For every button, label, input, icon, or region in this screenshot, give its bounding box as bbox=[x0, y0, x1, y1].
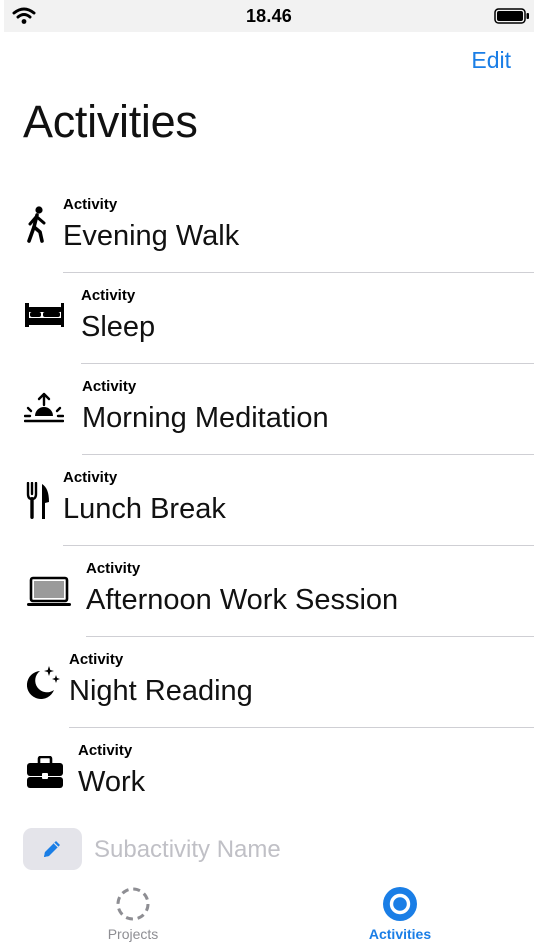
activity-kicker: Activity bbox=[81, 287, 136, 304]
pencil-button[interactable] bbox=[23, 828, 82, 870]
activity-row-evening-walk[interactable]: Activity Evening Walk bbox=[0, 182, 534, 273]
briefcase-icon bbox=[27, 756, 63, 788]
fork-knife-icon bbox=[26, 482, 49, 519]
activity-row-lunch-break[interactable]: Activity Lunch Break bbox=[0, 455, 534, 546]
activity-row-afternoon-work-session[interactable]: Activity Afternoon Work Session bbox=[0, 546, 534, 637]
walking-icon bbox=[27, 206, 46, 243]
activity-kicker: Activity bbox=[78, 742, 133, 759]
activity-name: Sleep bbox=[81, 311, 156, 343]
filled-circle-icon bbox=[383, 887, 417, 921]
tab-label: Activities bbox=[368, 926, 432, 942]
sunrise-icon bbox=[24, 392, 64, 423]
laptop-icon bbox=[27, 576, 71, 606]
activity-kicker: Activity bbox=[63, 469, 118, 486]
activity-row-work[interactable]: Activity Work bbox=[0, 728, 534, 819]
tab-activities[interactable]: Activities bbox=[330, 886, 470, 950]
activity-row-morning-meditation[interactable]: Activity Morning Meditation bbox=[0, 364, 534, 455]
battery-icon bbox=[494, 8, 529, 24]
status-time: 18.46 bbox=[245, 6, 293, 26]
subactivity-name-input[interactable]: Subactivity Name bbox=[94, 836, 281, 864]
activity-row-sleep[interactable]: Activity Sleep bbox=[0, 273, 534, 364]
activity-name: Morning Meditation bbox=[82, 402, 329, 434]
activity-list: Activity Evening Walk Activity Sleep Act… bbox=[0, 182, 534, 819]
tab-label: Projects bbox=[107, 926, 159, 942]
pencil-icon bbox=[44, 841, 60, 857]
page-title: Activities bbox=[23, 96, 198, 147]
activity-kicker: Activity bbox=[86, 560, 141, 577]
bed-icon bbox=[25, 303, 64, 327]
activity-name: Work bbox=[78, 766, 146, 798]
tab-projects[interactable]: Projects bbox=[63, 886, 203, 950]
activity-kicker: Activity bbox=[82, 378, 137, 395]
moon-stars-icon bbox=[26, 666, 60, 699]
activity-kicker: Activity bbox=[69, 651, 124, 668]
edit-button[interactable]: Edit bbox=[471, 47, 511, 74]
dashed-circle-icon bbox=[116, 887, 150, 921]
activity-name: Afternoon Work Session bbox=[86, 584, 399, 616]
status-bar: 18.46 bbox=[4, 0, 534, 32]
activity-name: Evening Walk bbox=[63, 220, 240, 252]
activity-name: Lunch Break bbox=[63, 493, 226, 525]
activity-name: Night Reading bbox=[69, 675, 253, 707]
activity-kicker: Activity bbox=[63, 196, 118, 213]
new-subactivity-row: Subactivity Name bbox=[23, 828, 534, 870]
tab-bar: Projects Activities bbox=[0, 880, 534, 950]
activity-row-night-reading[interactable]: Activity Night Reading bbox=[0, 637, 534, 728]
